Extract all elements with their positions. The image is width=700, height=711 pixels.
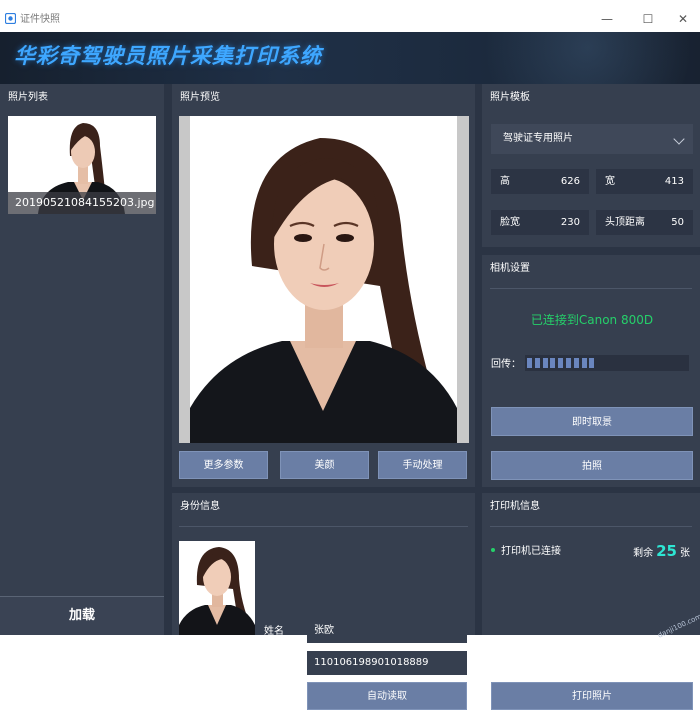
template-head-top-field[interactable]: 头顶距离 50 <box>596 210 693 235</box>
id-number-label: 身份证 <box>264 658 294 669</box>
identity-divider <box>179 526 468 527</box>
window-title: 证件快照 <box>20 14 60 25</box>
auto-read-button[interactable]: 自动读取 <box>307 682 467 710</box>
return-progress-bar <box>525 355 689 371</box>
return-progress-segment <box>573 358 579 368</box>
id-number-field[interactable]: 110106198901018889 <box>307 651 467 675</box>
template-head-top-label: 头顶距离 <box>605 217 645 228</box>
photo-filename: 20190521084155203.jpg <box>8 192 156 214</box>
identity-title: 身份信息 <box>180 501 220 512</box>
status-dot-icon <box>491 548 495 552</box>
template-height-value: 626 <box>560 176 580 187</box>
photo-preview-title: 照片预览 <box>180 92 220 103</box>
camera-divider <box>490 288 692 289</box>
photo-template-panel: 照片模板 驾驶证专用照片 高 626 宽 413 脸宽 230 头顶距离 50 <box>482 84 700 247</box>
name-field[interactable]: 张欧 <box>307 619 467 643</box>
photo-preview-panel: 照片预览 更多参数 美颜 手动处理 <box>172 84 475 487</box>
template-height-label: 高 <box>500 176 510 187</box>
template-width-value: 413 <box>664 176 684 187</box>
remain-count: 25 <box>656 542 677 560</box>
remain-prefix: 剩余 <box>633 548 654 559</box>
main-area: 照片列表 20190521084155203.jpg 加载 照片预览 更多参数 … <box>0 84 700 710</box>
return-progress-segment <box>527 358 532 368</box>
printer-divider <box>490 526 692 527</box>
template-selected-value: 驾驶证专用照片 <box>503 133 573 144</box>
paper-remaining: 剩余 25 张 <box>633 541 690 564</box>
return-progress-segment <box>534 358 540 368</box>
photo-template-title: 照片模板 <box>490 92 530 103</box>
capture-button[interactable]: 拍照 <box>491 451 693 480</box>
app-icon <box>5 13 16 24</box>
minimize-button[interactable]: — <box>597 11 617 27</box>
printer-status-text: 打印机已连接 <box>501 546 561 557</box>
template-face-width-field[interactable]: 脸宽 230 <box>491 210 589 235</box>
photo-list-item[interactable]: 20190521084155203.jpg <box>8 116 156 214</box>
identity-panel: 身份信息 姓名 张欧 身份证 110106198901018889 自动读取 <box>172 493 475 710</box>
name-label: 姓名 <box>264 626 284 637</box>
printer-title: 打印机信息 <box>490 501 540 512</box>
printer-status: 打印机已连接 <box>491 546 561 558</box>
id-photo <box>179 541 255 635</box>
portrait-preview-image <box>190 116 457 443</box>
template-face-width-label: 脸宽 <box>500 217 520 228</box>
template-width-label: 宽 <box>605 176 615 187</box>
camera-connection-status: 已连接到Canon 800D <box>530 313 654 327</box>
template-head-top-value: 50 <box>671 217 684 228</box>
load-button[interactable]: 加载 <box>0 596 164 635</box>
return-progress-segment <box>566 358 571 368</box>
return-label: 回传： <box>491 359 521 370</box>
banner-glow <box>420 32 700 84</box>
remain-unit: 张 <box>680 548 690 559</box>
live-view-button[interactable]: 即时取景 <box>491 407 693 436</box>
template-select[interactable]: 驾驶证专用照片 <box>491 124 693 154</box>
return-progress-segment <box>550 358 556 368</box>
portrait-id-image <box>179 541 255 635</box>
printer-panel: 打印机信息 打印机已连接 剩余 25 张 打印照片 <box>482 493 700 710</box>
beauty-button[interactable]: 美颜 <box>280 451 369 479</box>
preview-photo <box>190 116 457 443</box>
app-title: 华彩奇驾驶员照片采集打印系统 <box>14 44 322 68</box>
manual-process-button[interactable]: 手动处理 <box>378 451 467 479</box>
more-params-button[interactable]: 更多参数 <box>179 451 268 479</box>
camera-settings-title: 相机设置 <box>490 263 530 274</box>
window-titlebar: 证件快照 — ☐ ✕ <box>0 0 700 32</box>
return-progress-segment <box>581 358 587 368</box>
camera-settings-panel: 相机设置 已连接到Canon 800D 回传： 即时取景 拍照 <box>482 255 700 487</box>
print-photo-button[interactable]: 打印照片 <box>491 682 693 710</box>
maximize-button[interactable]: ☐ <box>638 11 658 27</box>
chevron-down-icon <box>673 133 685 145</box>
photo-list-panel: 照片列表 20190521084155203.jpg 加载 <box>0 84 164 635</box>
template-height-field[interactable]: 高 626 <box>491 169 589 194</box>
preview-frame <box>179 116 469 443</box>
return-progress-segment <box>589 358 595 368</box>
return-progress-segment <box>542 358 548 368</box>
return-progress-segment <box>558 358 564 368</box>
photo-list-title: 照片列表 <box>8 92 48 103</box>
template-width-field[interactable]: 宽 413 <box>596 169 693 194</box>
app-banner: 华彩奇驾驶员照片采集打印系统 <box>0 32 700 84</box>
close-button[interactable]: ✕ <box>673 11 693 27</box>
template-face-width-value: 230 <box>560 217 580 228</box>
